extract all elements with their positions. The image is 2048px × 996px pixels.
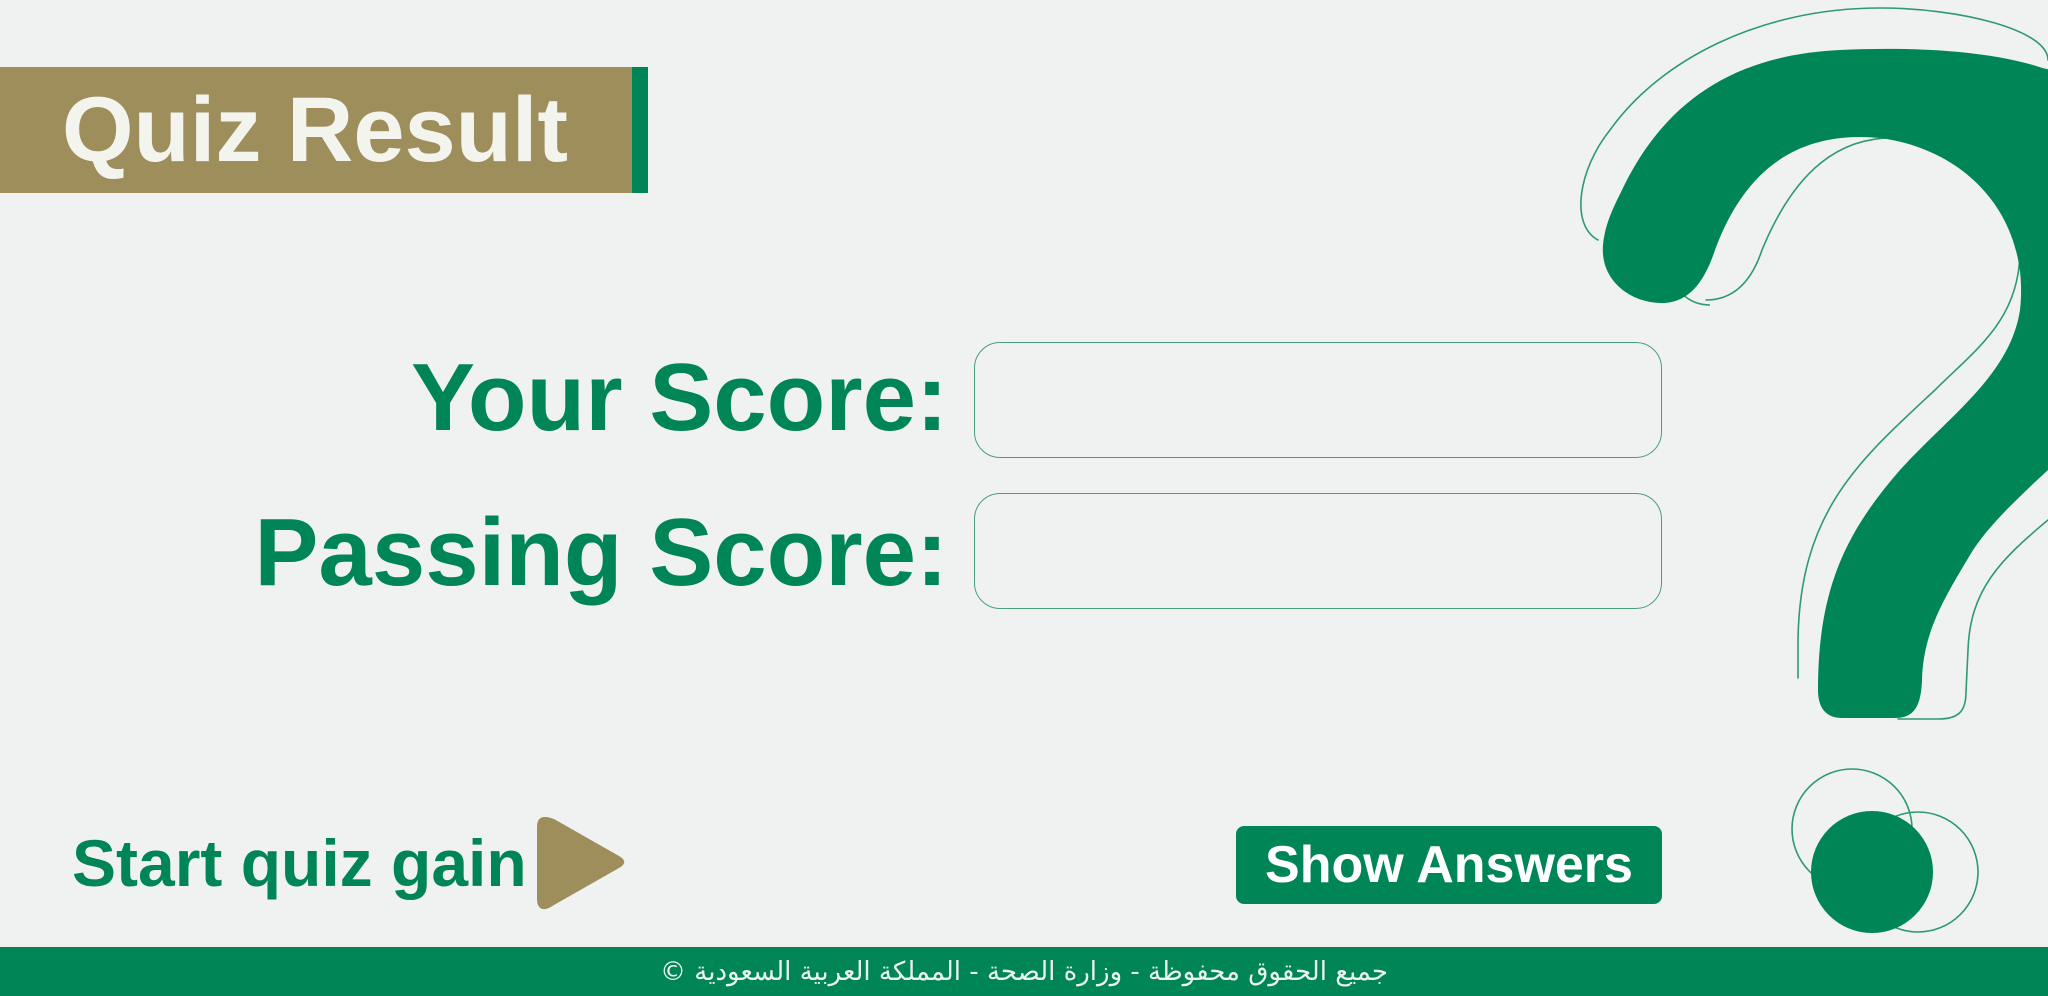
passing-score-label: Passing Score: — [254, 499, 948, 606]
passing-score-field — [974, 493, 1662, 609]
start-quiz-again-button[interactable]: Start quiz gain — [72, 817, 627, 910]
your-score-field — [974, 342, 1662, 458]
your-score-label: Your Score: — [411, 344, 948, 451]
start-quiz-again-label: Start quiz gain — [72, 826, 527, 900]
page-title: Quiz Result — [62, 79, 569, 181]
footer-bar: جميع الحقوق محفوظة - وزارة الصحة - الممل… — [0, 947, 2048, 996]
copyright-text: جميع الحقوق محفوظة - وزارة الصحة - الممل… — [660, 956, 1388, 987]
play-triangle-icon — [536, 817, 624, 910]
title-accent-bar — [632, 67, 648, 193]
question-mark-icon — [1580, 7, 2048, 933]
